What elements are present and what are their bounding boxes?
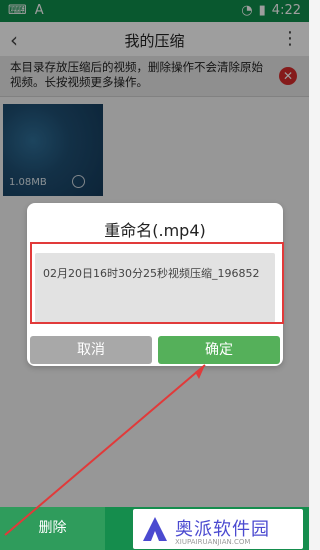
highlight-box	[30, 242, 284, 324]
rename-dialog: 重命名(.mp4) 02月20日16时30分25秒视频压缩_196852 取消 …	[27, 203, 284, 366]
dialog-title: 重命名(.mp4)	[104, 221, 206, 240]
logo-icon	[143, 517, 167, 541]
watermark-url: XIUPAIRUANJIAN.COM	[175, 538, 251, 546]
delete-button[interactable]: 删除	[0, 507, 105, 550]
cancel-button[interactable]: 取消	[30, 336, 152, 364]
confirm-button[interactable]: 确定	[158, 336, 280, 364]
watermark: 奥派软件园 XIUPAIRUANJIAN.COM	[133, 509, 303, 549]
